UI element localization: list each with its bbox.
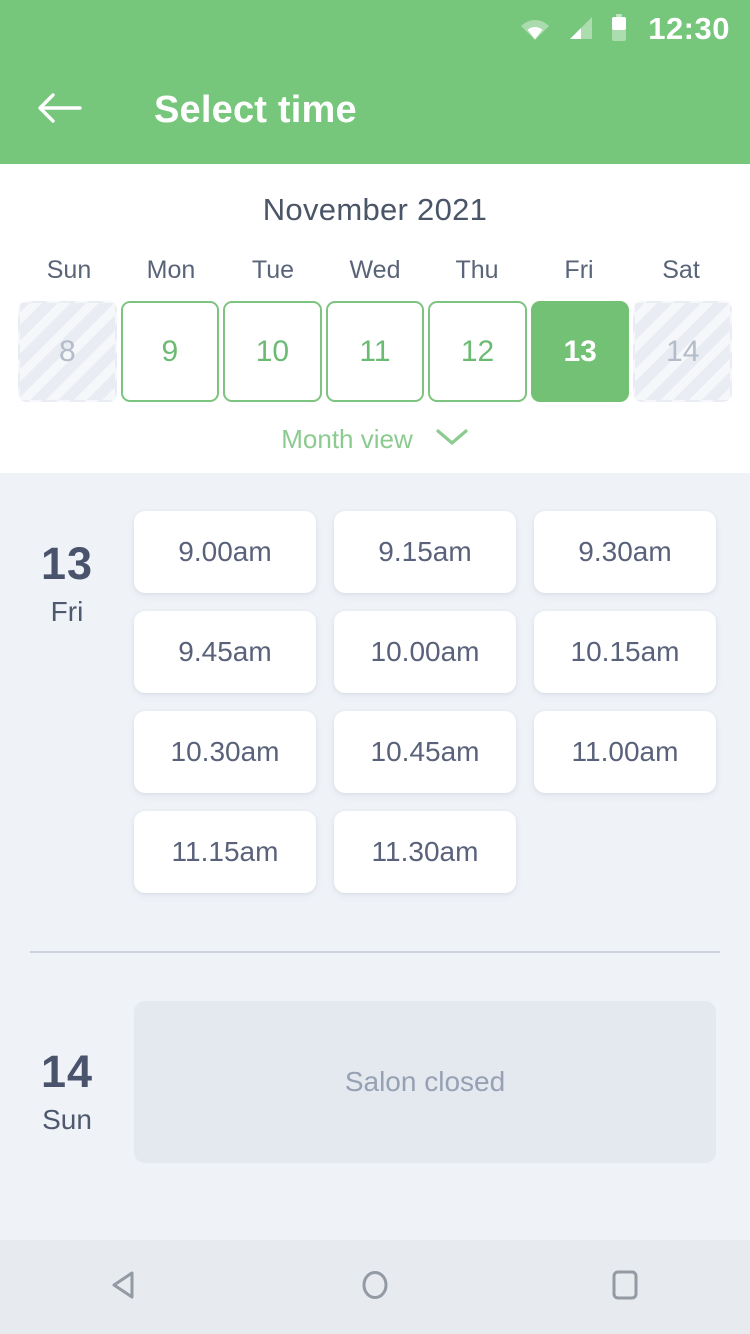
calendar-day-12[interactable]: 12 bbox=[428, 301, 527, 402]
day-name: Fri bbox=[50, 596, 84, 627]
time-slot[interactable]: 10.45am bbox=[334, 711, 516, 793]
status-time: 12:30 bbox=[648, 10, 730, 46]
weekday-label: Tue bbox=[251, 256, 295, 284]
back-button[interactable] bbox=[30, 81, 88, 139]
day-label-14: 14 Sun bbox=[0, 1001, 134, 1163]
calendar-day-9[interactable]: 9 bbox=[120, 301, 220, 402]
calendar-week-row: 8 9 10 11 12 13 14 bbox=[0, 301, 750, 402]
calendar-panel: November 2021 Sun Mon Tue Wed Thu Fri Sa… bbox=[0, 164, 750, 473]
weekday-label: Thu bbox=[455, 256, 499, 284]
section-divider bbox=[30, 951, 720, 953]
app-screen: 12:30 Select time November 2021 Sun Mon … bbox=[0, 0, 750, 1334]
page-title: Select time bbox=[154, 88, 357, 131]
chevron-down-icon bbox=[435, 427, 469, 452]
calendar-day-11[interactable]: 11 bbox=[325, 301, 425, 402]
day-section-14: 14 Sun Salon closed bbox=[0, 1001, 750, 1163]
schedule-body: 13 Fri 9.00am 9.15am 9.30am 9.45am 10.00… bbox=[0, 473, 750, 1240]
day-number: 13 bbox=[40, 538, 94, 589]
time-slot[interactable]: 11.30am bbox=[334, 811, 516, 893]
time-slot[interactable]: 11.00am bbox=[534, 711, 716, 793]
status-bar: 12:30 bbox=[0, 0, 750, 56]
weekday-label: Fri bbox=[564, 256, 594, 284]
day-section-13: 13 Fri 9.00am 9.15am 9.30am 9.45am 10.00… bbox=[0, 473, 750, 893]
month-view-toggle[interactable]: Month view bbox=[0, 424, 750, 455]
wifi-icon bbox=[520, 16, 550, 40]
calendar-day-13[interactable]: 13 bbox=[530, 301, 630, 402]
weekday-label: Sat bbox=[662, 256, 700, 284]
battery-icon bbox=[610, 14, 628, 42]
weekday-label: Wed bbox=[349, 256, 401, 284]
weekday-label: Mon bbox=[146, 256, 196, 284]
time-slot[interactable]: 9.30am bbox=[534, 511, 716, 593]
weekday-label: Sun bbox=[46, 256, 92, 284]
day-name: Sun bbox=[42, 1104, 92, 1135]
nav-home-circle-icon bbox=[355, 1265, 395, 1310]
app-bar: Select time bbox=[0, 56, 750, 164]
nav-recents-button[interactable] bbox=[570, 1240, 680, 1334]
month-title: November 2021 bbox=[262, 192, 488, 227]
time-slot[interactable]: 10.30am bbox=[134, 711, 316, 793]
weekday-header-row: Sun Mon Tue Wed Thu Fri Sat bbox=[0, 256, 750, 285]
time-slot[interactable]: 9.15am bbox=[334, 511, 516, 593]
time-slot[interactable]: 9.45am bbox=[134, 611, 316, 693]
arrow-left-icon bbox=[36, 91, 82, 130]
nav-back-triangle-icon bbox=[105, 1265, 145, 1310]
nav-home-button[interactable] bbox=[320, 1240, 430, 1334]
calendar-day-10[interactable]: 10 bbox=[223, 301, 322, 402]
salon-closed-box: Salon closed bbox=[134, 1001, 716, 1163]
time-slot[interactable]: 9.00am bbox=[134, 511, 316, 593]
nav-recents-square-icon bbox=[605, 1265, 645, 1310]
day-number: 14 bbox=[40, 1046, 94, 1097]
day-label-13: 13 Fri bbox=[0, 473, 134, 893]
month-view-label: Month view bbox=[281, 424, 413, 454]
time-slot[interactable]: 10.15am bbox=[534, 611, 716, 693]
android-nav-bar bbox=[0, 1240, 750, 1334]
calendar-day-8: 8 bbox=[18, 301, 117, 402]
calendar-day-14: 14 bbox=[633, 301, 732, 402]
cell-signal-icon bbox=[566, 16, 594, 40]
time-slot[interactable]: 10.00am bbox=[334, 611, 516, 693]
nav-back-button[interactable] bbox=[70, 1240, 180, 1334]
time-slot-grid: 9.00am 9.15am 9.30am 9.45am 10.00am 10.1… bbox=[134, 473, 716, 893]
time-slot[interactable]: 11.15am bbox=[134, 811, 316, 893]
